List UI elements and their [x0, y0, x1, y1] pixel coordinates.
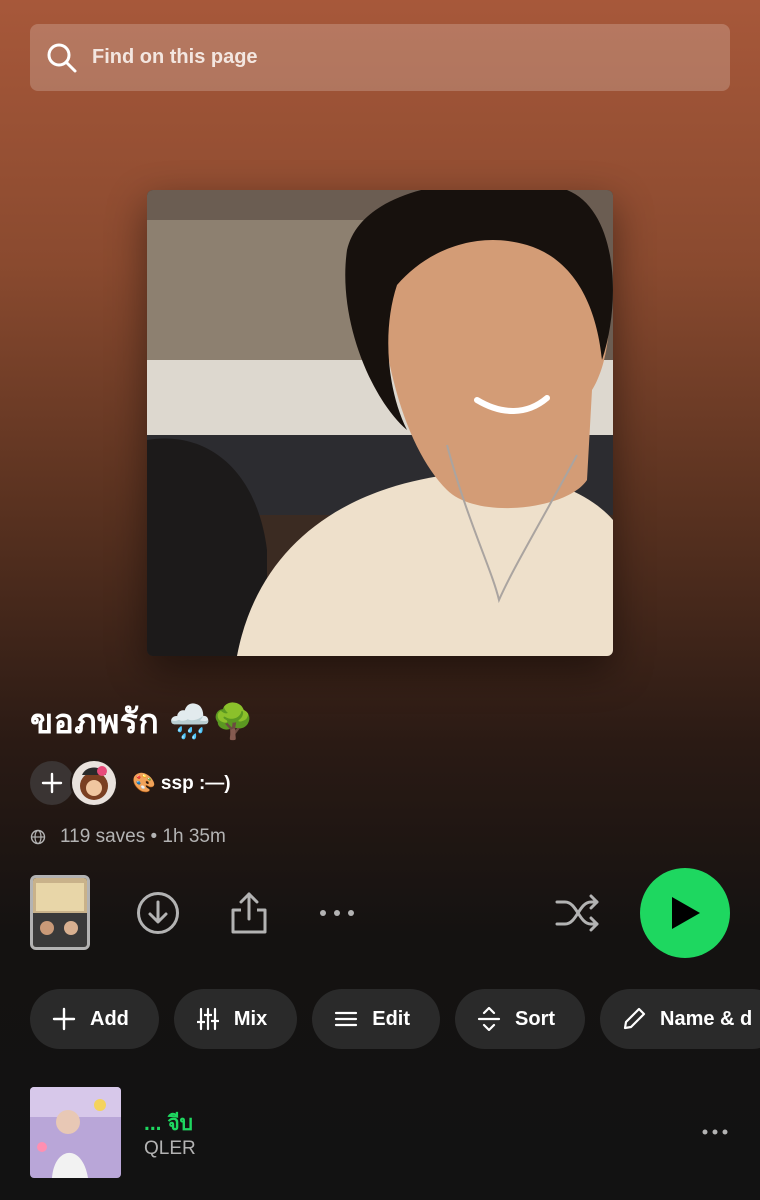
sliders-icon [196, 1007, 219, 1031]
more-options-button[interactable] [314, 890, 360, 936]
name-and-details-chip[interactable]: Name & d [600, 989, 760, 1049]
download-button[interactable] [135, 890, 181, 936]
play-button[interactable] [640, 868, 730, 958]
filter-chip-row: Add Mix Edit Sort Name & d [30, 989, 760, 1049]
find-on-page-bar[interactable]: Find on this page [30, 24, 730, 91]
plus-icon [52, 1007, 76, 1031]
sort-chip[interactable]: Sort [455, 989, 586, 1049]
add-chip[interactable]: Add [30, 989, 159, 1049]
sort-icon [477, 1007, 501, 1031]
plus-icon [41, 772, 63, 794]
add-chip-label: Add [90, 1007, 129, 1030]
track-title: ... จีบ [144, 1112, 193, 1135]
mix-chip-label: Mix [233, 1007, 268, 1030]
download-icon [137, 892, 179, 934]
globe-icon [30, 829, 46, 845]
track-artwork [30, 1087, 121, 1178]
saves-and-duration: 119 saves • 1h 35m [60, 826, 226, 847]
more-horizontal-icon [702, 1129, 728, 1135]
edit-chip[interactable]: Edit [312, 989, 441, 1049]
more-horizontal-icon [320, 910, 354, 916]
lines-icon [335, 1011, 358, 1027]
owner-name-link[interactable]: 🎨 ssp :—) [132, 771, 231, 795]
playlist-cover-image [147, 190, 613, 656]
shuffle-icon [555, 894, 599, 932]
shuffle-button[interactable] [555, 890, 601, 936]
play-icon [672, 897, 700, 929]
pencil-icon [623, 1007, 646, 1030]
add-collaborator-button[interactable] [30, 761, 74, 805]
action-bar [30, 868, 730, 958]
search-placeholder: Find on this page [92, 46, 258, 68]
preview-thumbnail-button[interactable] [30, 875, 90, 950]
track-more-button[interactable] [700, 1117, 730, 1147]
playlist-title: ขอภพรัก 🌧️🌳 [30, 703, 255, 741]
share-icon [231, 892, 267, 934]
track-artist: QLER [144, 1138, 196, 1159]
share-button[interactable] [226, 890, 272, 936]
owner-avatar[interactable] [70, 759, 118, 807]
edit-chip-label: Edit [372, 1007, 411, 1030]
sort-chip-label: Sort [515, 1007, 556, 1030]
owner-row: 🎨 ssp :—) [30, 759, 231, 807]
playlist-meta: 119 saves • 1h 35m [30, 826, 226, 848]
search-icon [47, 43, 77, 72]
mix-chip[interactable]: Mix [173, 989, 298, 1049]
name-and-details-chip-label: Name & d [660, 1007, 753, 1030]
track-row[interactable]: ... จีบ QLER [30, 1087, 730, 1178]
